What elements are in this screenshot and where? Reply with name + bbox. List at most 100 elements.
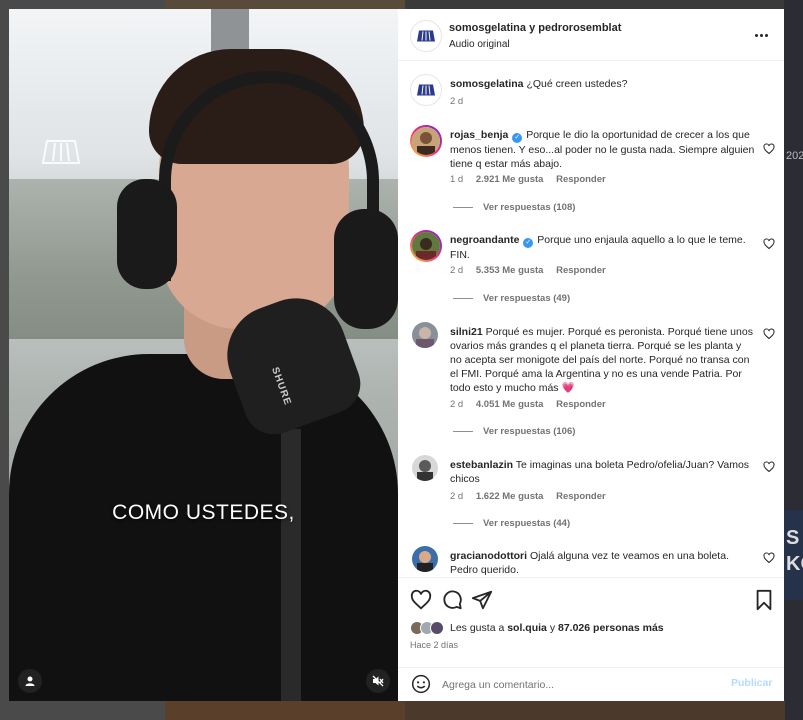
- reply-button[interactable]: Responder: [556, 174, 606, 185]
- speaker-muted-icon: [372, 675, 384, 687]
- verified-badge-icon: ✓: [512, 133, 523, 143]
- dot: [764, 33, 768, 37]
- dot: [759, 33, 763, 37]
- avatar[interactable]: [410, 74, 442, 106]
- avatar[interactable]: [412, 322, 438, 348]
- comment-meta: 1 d 2.921 Me gusta Responder: [450, 174, 616, 185]
- comment-meta: 2 d 4.051 Me gusta Responder: [450, 399, 616, 410]
- view-replies-label: Ver respuestas (108): [483, 202, 576, 213]
- comment-text: gracianodottori Ojalá alguna vez te veam…: [450, 549, 755, 577]
- comment-username[interactable]: gracianodottori: [450, 550, 527, 562]
- view-replies-button[interactable]: Ver respuestas (49): [453, 293, 570, 304]
- reel-video[interactable]: SHURE COMO USTEDES,: [9, 9, 398, 701]
- comment-likes[interactable]: 2.921 Me gusta: [476, 174, 544, 185]
- comment-input[interactable]: [442, 676, 712, 694]
- bookmark-icon[interactable]: [753, 589, 775, 611]
- heart-icon[interactable]: [763, 461, 775, 473]
- likes-user[interactable]: sol.quia: [507, 622, 547, 634]
- post-time[interactable]: Hace 2 días: [410, 640, 458, 650]
- likes-prefix: Les gusta a: [450, 622, 505, 634]
- comments-list[interactable]: somosgelatina ¿Qué creen ustedes? 2 d ro…: [398, 62, 784, 577]
- post-caption: somosgelatina ¿Qué creen ustedes? 2 d: [398, 74, 784, 114]
- comment-username[interactable]: somosgelatina: [450, 78, 524, 90]
- comment-meta: 2 d: [450, 96, 473, 107]
- view-replies-label: Ver respuestas (44): [483, 518, 571, 529]
- comment-meta: 2 d 1.622 Me gusta Responder: [450, 491, 616, 502]
- comment-time[interactable]: 2 d: [450, 96, 463, 107]
- view-replies-button[interactable]: Ver respuestas (108): [453, 202, 575, 213]
- video-caption: COMO USTEDES,: [112, 501, 295, 524]
- comment-text: rojas_benja ✓ Porque le dio la oportunid…: [450, 128, 755, 171]
- emoji-icon[interactable]: [411, 674, 431, 694]
- comment-username[interactable]: rojas_benja: [450, 129, 508, 141]
- avatar[interactable]: [410, 125, 442, 157]
- user-icon: [25, 676, 35, 686]
- gelatina-logo-icon: [417, 84, 435, 96]
- comment-time[interactable]: 2 d: [450, 399, 463, 410]
- background-tile: [405, 700, 785, 720]
- comment-likes[interactable]: 5.353 Me gusta: [476, 265, 544, 276]
- verified-badge-icon: ✓: [523, 238, 534, 248]
- comment-text: negroandante ✓ Porque uno enjaula aquell…: [450, 233, 755, 262]
- reply-button[interactable]: Responder: [556, 265, 606, 276]
- comment-item: rojas_benja ✓ Porque le dio la oportunid…: [398, 125, 784, 215]
- avatar[interactable]: [410, 230, 442, 262]
- comment-username[interactable]: estebanlazin: [450, 459, 513, 471]
- add-comment-bar: Publicar: [398, 667, 784, 701]
- mic-stand: [281, 429, 301, 701]
- tagged-users-button[interactable]: [18, 669, 42, 693]
- background-tile: [784, 0, 803, 720]
- view-replies-button[interactable]: Ver respuestas (106): [453, 426, 575, 437]
- mute-button[interactable]: [366, 669, 390, 693]
- comment-time[interactable]: 2 d: [450, 265, 463, 276]
- heart-icon[interactable]: [410, 589, 432, 611]
- comment-text: somosgelatina ¿Qué creen ustedes?: [450, 77, 755, 91]
- post-header: somosgelatina y pedrorosemblat Audio ori…: [398, 9, 784, 61]
- heart-icon[interactable]: [763, 143, 775, 155]
- background-tile: [165, 700, 405, 720]
- avatar[interactable]: [412, 546, 438, 572]
- likes-text: Les gusta a sol.quia y 87.026 personas m…: [450, 622, 664, 634]
- likes-count[interactable]: 87.026 personas más: [558, 622, 664, 634]
- likes-middle: y: [549, 622, 556, 634]
- dot: [754, 33, 758, 37]
- gelatina-logo-icon: [417, 30, 435, 42]
- divider: [453, 207, 473, 208]
- avatar[interactable]: [412, 455, 438, 481]
- comment-likes[interactable]: 4.051 Me gusta: [476, 399, 544, 410]
- post-authors[interactable]: somosgelatina y pedrorosemblat: [449, 22, 621, 34]
- comment-item: gracianodottori Ojalá alguna vez te veam…: [398, 546, 784, 577]
- heart-icon[interactable]: [763, 552, 775, 564]
- comment-text: silni21 Porqué es mujer. Porqué es peron…: [450, 325, 755, 395]
- view-replies-label: Ver respuestas (49): [483, 293, 571, 304]
- profile-photo-icon: [412, 322, 438, 348]
- comment-time[interactable]: 2 d: [450, 491, 463, 502]
- more-options-button[interactable]: [750, 27, 772, 43]
- reply-button[interactable]: Responder: [556, 491, 606, 502]
- heart-icon[interactable]: [763, 238, 775, 250]
- publish-button[interactable]: Publicar: [731, 677, 772, 689]
- avatar: [430, 621, 444, 635]
- background-text: 202: [786, 150, 803, 162]
- avatar[interactable]: [410, 20, 442, 52]
- divider: [453, 431, 473, 432]
- comment-icon[interactable]: [441, 589, 463, 611]
- likes-summary: Les gusta a sol.quia y 87.026 personas m…: [410, 621, 664, 635]
- view-replies-button[interactable]: Ver respuestas (44): [453, 518, 570, 529]
- headphones-earcup: [334, 209, 398, 329]
- reply-button[interactable]: Responder: [556, 399, 606, 410]
- profile-photo-icon: [412, 127, 440, 155]
- comment-time[interactable]: 1 d: [450, 174, 463, 185]
- comment-item: estebanlazin Te imaginas una boleta Pedr…: [398, 455, 784, 535]
- share-icon[interactable]: [471, 589, 493, 611]
- comment-likes[interactable]: 1.622 Me gusta: [476, 491, 544, 502]
- background-text: S KO: [786, 527, 803, 575]
- view-replies-label: Ver respuestas (106): [483, 426, 576, 437]
- comment-item: negroandante ✓ Porque uno enjaula aquell…: [398, 230, 784, 310]
- headphones-earcup: [117, 179, 177, 289]
- comment-username[interactable]: negroandante: [450, 234, 519, 246]
- comment-username[interactable]: silni21: [450, 326, 483, 338]
- heart-icon[interactable]: [763, 328, 775, 340]
- profile-photo-icon: [412, 455, 438, 481]
- audio-link[interactable]: Audio original: [449, 39, 510, 50]
